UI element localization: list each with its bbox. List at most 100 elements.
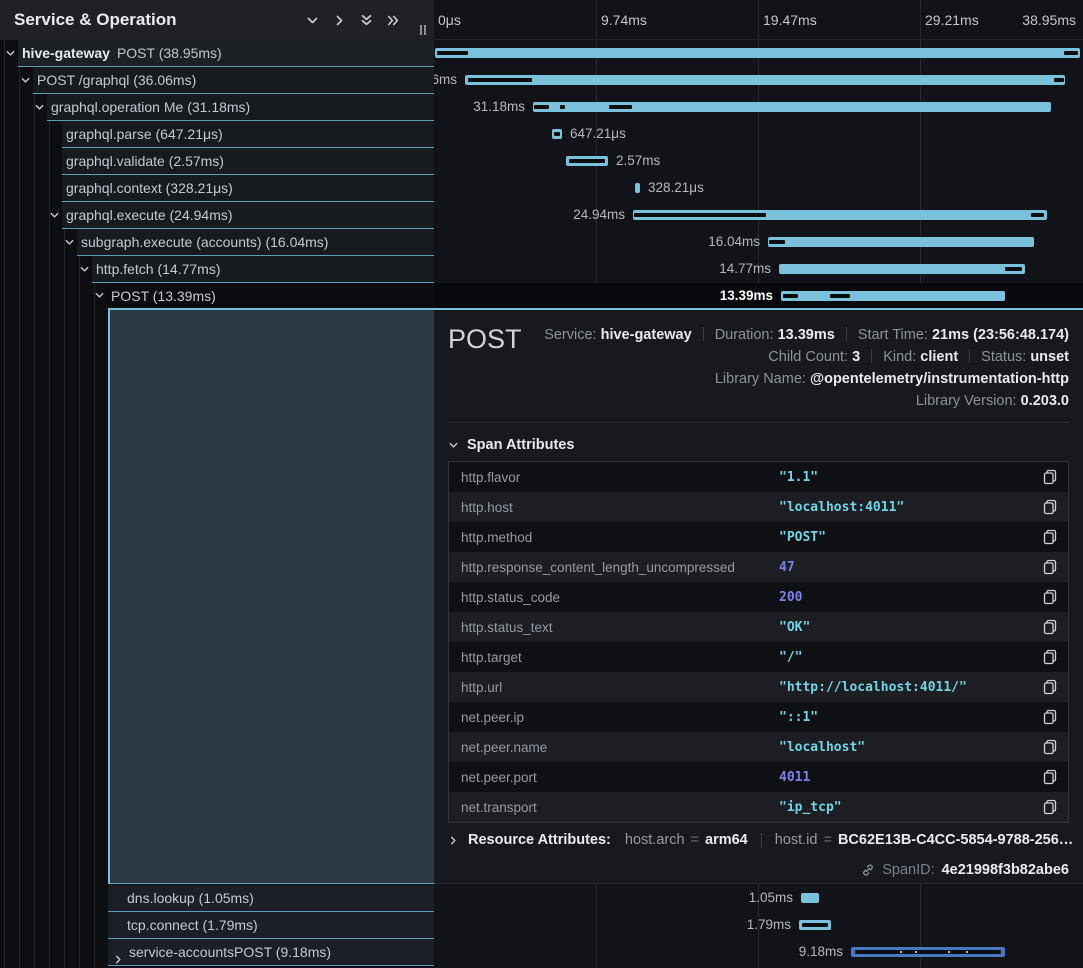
attribute-row: net.transport "ip_tcp"	[449, 792, 1068, 822]
copy-icon[interactable]	[1042, 649, 1058, 665]
operation-label: POST (9.18ms)	[234, 944, 331, 960]
copy-icon[interactable]	[1042, 589, 1058, 605]
span-bar[interactable]	[566, 156, 608, 166]
operation-label: graphql.parse (647.21μs)	[62, 126, 223, 142]
attribute-value: "localhost"	[779, 740, 865, 755]
duration-label: 1.79ms	[747, 917, 791, 932]
indent-guide	[34, 40, 35, 968]
selected-span-block[interactable]	[108, 310, 434, 884]
ruler-tick: 29.21ms	[925, 12, 979, 28]
span-bar[interactable]	[779, 264, 1025, 274]
collapse-chevron-icon[interactable]	[93, 289, 106, 302]
tree-row-dns-lookup[interactable]: dns.lookup (1.05ms)	[108, 885, 434, 912]
start-time-value: 21ms (23:56:48.174)	[932, 327, 1069, 343]
attribute-value: "POST"	[779, 530, 826, 545]
attribute-value: "::1"	[779, 710, 818, 725]
attribute-row: http.status_code 200	[449, 582, 1068, 612]
span-bar[interactable]	[801, 893, 819, 903]
collapse-chevron-icon[interactable]	[48, 209, 61, 222]
span-bar[interactable]	[799, 920, 831, 930]
attribute-value: 4011	[779, 770, 810, 785]
span-bar[interactable]	[768, 237, 1034, 247]
timeline-pane: 0μs 9.74ms 19.47ms 29.21ms 38.95ms 38.95…	[434, 0, 1083, 968]
resource-key: host.id	[775, 832, 818, 848]
span-id-value: 4e21998f3b82abe6	[942, 862, 1069, 878]
chevron-right-icon[interactable]	[331, 12, 348, 29]
span-attributes-toggle[interactable]: Span Attributes	[448, 437, 574, 453]
tree-row-graphql-operation[interactable]: graphql.operation Me (31.18ms)	[47, 94, 434, 121]
operation-label: http.fetch (14.77ms)	[92, 261, 221, 277]
copy-icon[interactable]	[1042, 799, 1058, 815]
copy-icon[interactable]	[1042, 559, 1058, 575]
operation-label: graphql.execute (24.94ms)	[62, 207, 233, 223]
span-bar[interactable]	[465, 75, 1065, 85]
chevron-right-icon	[448, 835, 459, 846]
tree-row-service-accounts-post[interactable]: service-accounts POST (9.18ms)	[108, 939, 434, 966]
tree-row-graphql-execute[interactable]: graphql.execute (24.94ms)	[62, 202, 434, 229]
attribute-row: net.peer.name "localhost"	[449, 732, 1068, 762]
copy-icon[interactable]	[1042, 469, 1058, 485]
tree-row-post-graphql[interactable]: POST /graphql (36.06ms)	[33, 67, 434, 94]
span-meta-line1: Service: hive-gatewayDuration: 13.39msSt…	[544, 327, 1069, 343]
attribute-row: http.target "/"	[449, 642, 1068, 672]
resource-value: arm64	[705, 832, 748, 848]
span-bar[interactable]	[552, 129, 562, 139]
tree-row-graphql-context[interactable]: graphql.context (328.21μs)	[62, 175, 434, 202]
ruler-tick: 0μs	[438, 12, 461, 28]
double-chevron-right-icon[interactable]	[385, 12, 402, 29]
span-bar[interactable]	[851, 947, 1005, 957]
tree-row-hive-gateway-post[interactable]: hive-gateway POST (38.95ms)	[18, 40, 434, 67]
span-bar[interactable]	[533, 102, 1051, 112]
span-bar[interactable]	[635, 183, 640, 193]
ruler-tick: 9.74ms	[601, 12, 647, 28]
span-bar[interactable]	[633, 210, 1047, 220]
copy-icon[interactable]	[1042, 769, 1058, 785]
chevron-down-icon	[448, 440, 459, 451]
double-chevron-down-icon[interactable]	[358, 12, 375, 29]
collapse-chevron-icon[interactable]	[19, 74, 32, 87]
tree-row-subgraph-execute[interactable]: subgraph.execute (accounts) (16.04ms)	[77, 229, 434, 256]
resource-attributes-label: Resource Attributes:	[468, 832, 611, 848]
collapse-chevron-icon[interactable]	[63, 236, 76, 249]
copy-icon[interactable]	[1042, 619, 1058, 635]
attribute-row: net.peer.port 4011	[449, 762, 1068, 792]
span-detail-panel: POST Service: hive-gatewayDuration: 13.3…	[434, 310, 1083, 884]
span-bar[interactable]	[781, 291, 1005, 301]
copy-icon[interactable]	[1042, 529, 1058, 545]
timeline-row: 647.21μs	[434, 121, 1083, 148]
span-id-label: SpanID:	[882, 862, 934, 878]
kind-value: client	[920, 349, 958, 365]
timeline-row: 1.05ms	[434, 885, 1083, 912]
timeline-row: 16.04ms	[434, 229, 1083, 256]
collapse-chevron-icon[interactable]	[4, 47, 17, 60]
operation-label: graphql.validate (2.57ms)	[62, 153, 224, 169]
link-icon[interactable]	[861, 863, 875, 877]
timeline-row: 38.95ms	[434, 40, 1083, 67]
copy-icon[interactable]	[1042, 709, 1058, 725]
collapse-chevron-icon[interactable]	[78, 263, 91, 276]
tree-row-tcp-connect[interactable]: tcp.connect (1.79ms)	[108, 912, 434, 939]
child-count-value: 3	[852, 349, 860, 365]
resource-attributes-row[interactable]: Resource Attributes: host.arch = arm64 h…	[448, 832, 1073, 848]
tree-row-post-selected[interactable]: POST (13.39ms)	[107, 283, 434, 308]
span-meta-line3: Library Name: @opentelemetry/instrumenta…	[715, 371, 1069, 387]
copy-icon[interactable]	[1042, 679, 1058, 695]
operation-label: dns.lookup (1.05ms)	[108, 890, 254, 906]
tree-row-graphql-parse[interactable]: graphql.parse (647.21μs)	[62, 121, 434, 148]
chevron-down-icon[interactable]	[304, 12, 321, 29]
status-value: unset	[1030, 349, 1069, 365]
attribute-row: http.flavor "1.1"	[449, 462, 1068, 492]
span-bar[interactable]	[435, 48, 1080, 58]
span-meta-line4: Library Version: 0.203.0	[916, 393, 1069, 409]
attribute-key: net.peer.name	[461, 740, 547, 755]
tree-row-http-fetch[interactable]: http.fetch (14.77ms)	[92, 256, 434, 283]
collapse-chevron-icon[interactable]	[33, 101, 46, 114]
attribute-key: http.status_code	[461, 590, 560, 605]
pane-resize-handle[interactable]	[420, 25, 426, 35]
copy-icon[interactable]	[1042, 499, 1058, 515]
expand-chevron-icon[interactable]	[112, 953, 125, 966]
attribute-value: "/"	[779, 650, 802, 665]
copy-icon[interactable]	[1042, 739, 1058, 755]
span-title: POST	[448, 324, 522, 355]
tree-row-graphql-validate[interactable]: graphql.validate (2.57ms)	[62, 148, 434, 175]
